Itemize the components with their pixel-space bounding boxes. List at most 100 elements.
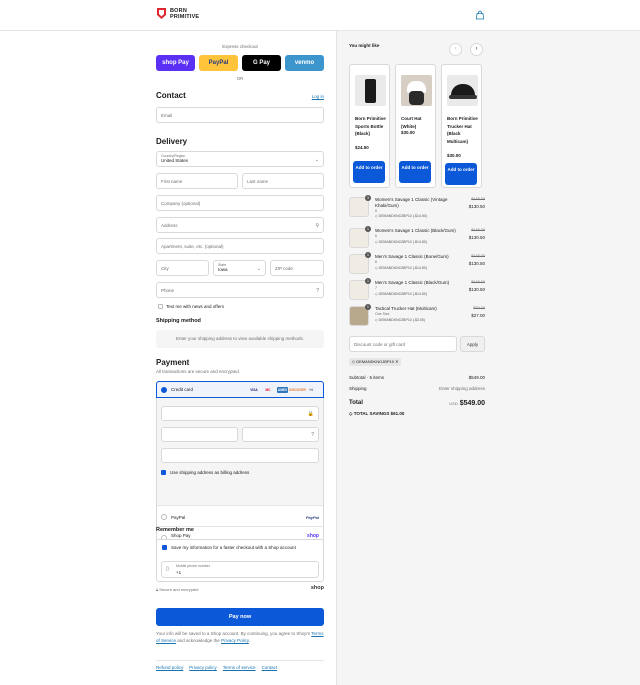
legal-text: Your info will be saved to a Shop accoun…: [156, 631, 324, 643]
company-field[interactable]: Company (optional): [156, 195, 324, 211]
total-row: Total USD $549.00: [349, 400, 485, 407]
line-item-discount: ◇ DEMANDKNOJBP10 (-$14.50): [375, 214, 427, 218]
refund-policy-link[interactable]: Refund policy: [156, 665, 183, 670]
paypal-radio[interactable]: [161, 514, 167, 520]
remember-me-box: Save my information for a faster checkou…: [156, 539, 324, 582]
line-item-name: Men's Savage 1 Classic (Black/Gum): [375, 280, 450, 285]
chevron-left-icon[interactable]: ‹: [449, 43, 462, 56]
line-item-discount: ◇ DEMANDKNOJBP10 (-$3.00): [375, 318, 425, 322]
line-item: 1 Men's Savage 1 Classic (Black/Gum) 7 ◇…: [349, 278, 485, 302]
line-item-name: Women's Savage 1 Classic (Black/Gum): [375, 228, 456, 233]
line-item: 3 Women's Savage 1 Classic (Vintage Khak…: [349, 195, 485, 219]
city-field[interactable]: City: [156, 260, 209, 276]
discounted-price: $130.50: [468, 235, 485, 240]
add-to-order-button[interactable]: Add to order: [353, 161, 385, 183]
credit-card-option[interactable]: Credit card VISA MC AMEX DISCOVER +4: [156, 381, 324, 398]
line-item-name: Women's Savage 1 Classic (Vintage Khaki/…: [375, 197, 448, 208]
pay-now-button[interactable]: Pay now: [156, 608, 324, 626]
line-item-variant: 7: [375, 286, 377, 290]
mobile-phone-field[interactable]: ▯ Mobile phone number +1: [161, 561, 319, 578]
contact-title: Contact: [156, 91, 186, 100]
privacy-link[interactable]: Privacy Policy: [221, 638, 249, 643]
discounted-price: $130.50: [468, 261, 485, 266]
expiration-field[interactable]: [161, 427, 238, 442]
state-select[interactable]: State Iowa ⌄: [213, 260, 266, 276]
close-icon[interactable]: ✕: [395, 359, 398, 364]
brand-logo[interactable]: BORN PRIMITIVE: [156, 7, 199, 20]
add-to-order-button[interactable]: Add to order: [399, 161, 431, 183]
delivery-title: Delivery: [156, 137, 188, 146]
news-checkbox[interactable]: [158, 304, 163, 309]
mobile-phone-value: +1: [176, 570, 182, 575]
help-icon[interactable]: ?: [316, 288, 319, 294]
last-name-field[interactable]: Last name: [242, 173, 324, 189]
more-cards-icon: +4: [309, 388, 313, 392]
original-price: $145.00: [471, 280, 485, 284]
trucker-hat-image: [447, 75, 478, 106]
discounted-price: $130.50: [468, 204, 485, 209]
help-icon[interactable]: ?: [311, 432, 314, 438]
address-field[interactable]: Address ⚲: [156, 217, 324, 233]
or-divider: OR: [236, 76, 244, 81]
line-item-variant: One Size: [375, 312, 390, 316]
phone-icon: ▯: [166, 566, 169, 572]
zip-field[interactable]: ZIP code: [270, 260, 324, 276]
total-value-group: USD $549.00: [449, 400, 485, 407]
product-name: Court Hat (White): [401, 116, 422, 129]
sports-bottle-image: [355, 75, 386, 106]
card-number-field[interactable]: 🔒: [161, 406, 319, 421]
venmo-button[interactable]: venmo: [285, 55, 324, 71]
save-info-checkbox[interactable]: [162, 545, 167, 550]
amex-icon: AMEX: [277, 387, 288, 393]
line-item-variant: 6: [375, 234, 377, 238]
product-name: Born Primitive Trucker Hat (Black Multic…: [447, 116, 478, 144]
brand-name: BORN PRIMITIVE: [170, 7, 200, 20]
apply-button[interactable]: Apply: [460, 336, 485, 352]
login-link[interactable]: Log in: [312, 94, 324, 99]
shop-pay-label: Shop Pay: [171, 533, 191, 538]
country-select[interactable]: Country/Region United States ⌄: [156, 151, 324, 167]
footer-links: Refund policy Privacy policy Terms of se…: [156, 665, 277, 670]
discount-code-input[interactable]: Discount code or gift card: [349, 336, 457, 352]
paypal-label: PayPal: [171, 515, 186, 520]
discover-icon: DISCOVER: [289, 388, 306, 392]
shipping-row: Shipping Enter shipping address: [349, 386, 485, 391]
credit-card-label: Credit card: [171, 387, 194, 392]
upsell-product-card: Born Primitive Trucker Hat (Black Multic…: [441, 64, 482, 188]
contact-link[interactable]: Contact: [262, 665, 278, 670]
shop-pay-button[interactable]: shop Pay: [156, 55, 195, 71]
line-item: 1 Women's Savage 1 Classic (Black/Gum) 6…: [349, 226, 485, 250]
paypal-option[interactable]: PayPal PayPal: [157, 508, 323, 527]
quantity-badge: 1: [365, 226, 371, 232]
apartment-field[interactable]: Apartment, suite, etc. (optional): [156, 238, 324, 254]
product-name: Born Primitive Sports Bottle (Black): [355, 116, 386, 136]
phone-field[interactable]: Phone ?: [156, 282, 324, 298]
shipping-label: Shipping: [349, 386, 367, 391]
original-price: $145.00: [471, 228, 485, 232]
remember-me-title: Remember me: [156, 527, 194, 533]
security-code-field[interactable]: ?: [242, 427, 319, 442]
chevron-right-icon[interactable]: ›: [470, 43, 483, 56]
google-pay-button[interactable]: G Pay: [242, 55, 281, 71]
news-label: Text me with news and offers: [166, 304, 224, 309]
name-on-card-field[interactable]: [161, 448, 319, 463]
shield-logo-icon: [157, 8, 166, 19]
paypal-button[interactable]: PayPal: [199, 55, 238, 71]
line-item-discount: ◇ DEMANDKNOJBP10 (-$14.50): [375, 292, 427, 296]
credit-card-radio[interactable]: [161, 387, 167, 393]
privacy-policy-link[interactable]: Privacy policy: [189, 665, 217, 670]
billing-same-checkbox[interactable]: [161, 470, 166, 475]
terms-of-service-link[interactable]: Terms of service: [223, 665, 256, 670]
shopping-bag-icon[interactable]: [475, 10, 485, 20]
email-field[interactable]: Email: [156, 107, 324, 123]
total-label: Total: [349, 400, 363, 406]
upsell-product-card: Court Hat (White) $30.00 Add to order: [395, 64, 436, 188]
header: BORN PRIMITIVE: [0, 0, 640, 31]
shop-logo: shop: [310, 585, 324, 591]
line-item-variant: 8: [375, 260, 377, 264]
search-icon: ⚲: [315, 223, 319, 229]
visa-icon: VISA: [250, 388, 258, 392]
first-name-field[interactable]: First name: [156, 173, 238, 189]
add-to-order-button[interactable]: Add to order: [445, 163, 477, 185]
original-price: $145.00: [471, 197, 485, 201]
